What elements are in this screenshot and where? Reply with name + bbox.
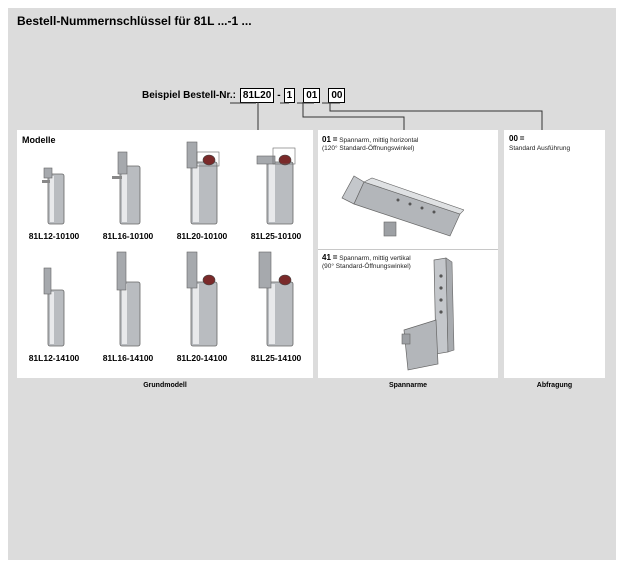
- code-box-model: 81L20: [239, 87, 275, 103]
- example-label: Beispiel Bestell-Nr.:: [142, 89, 236, 101]
- model-81l25-14100[interactable]: 81L25-14100: [239, 250, 313, 363]
- model-label: 81L25-14100: [250, 353, 302, 363]
- arm-eq: =: [332, 135, 338, 144]
- model-81l16-10100[interactable]: 81L16-10100: [91, 148, 165, 241]
- models-caption: Grundmodell: [143, 382, 187, 389]
- model-label: 81L12-14100: [28, 353, 80, 363]
- horizontal-arm-image: [341, 175, 464, 237]
- model-81l12-10100[interactable]: 81L12-10100: [17, 156, 91, 241]
- query-code: 00: [509, 134, 518, 143]
- query-panel: 00 = Standard Ausführung: [504, 130, 605, 378]
- query-eq: =: [519, 134, 525, 143]
- model-81l20-10100[interactable]: 81L20-10100: [165, 140, 239, 241]
- models-panel: Modelle 81L12-10100 81L16-10100 81L20-10…: [17, 130, 313, 378]
- models-heading: Modelle: [22, 135, 56, 145]
- code-box-arm: 01: [303, 87, 321, 103]
- clamp-image: [43, 267, 65, 347]
- code-box-query: 00: [328, 87, 346, 103]
- arms-caption: Spannarme: [388, 382, 428, 389]
- clamp-image: [186, 251, 218, 347]
- arm-code: 41: [322, 253, 331, 262]
- model-label: 81L20-10100: [176, 231, 228, 241]
- arms-divider: [318, 249, 498, 250]
- model-81l16-14100[interactable]: 81L16-14100: [91, 250, 165, 363]
- model-81l25-10100[interactable]: 81L25-10100: [239, 140, 313, 241]
- clamp-image: [116, 251, 141, 347]
- arms-panel: 01 = Spannarm, mittig horizontal (120° S…: [318, 130, 498, 378]
- page-title: Bestell-Nummernschlüssel für 81L ...-1 .…: [17, 14, 252, 28]
- model-label: 81L16-10100: [102, 231, 154, 241]
- clamp-image: [256, 147, 296, 225]
- model-label: 81L16-14100: [102, 353, 154, 363]
- query-desc: Standard Ausführung: [509, 145, 571, 152]
- model-81l20-14100[interactable]: 81L20-14100: [165, 250, 239, 363]
- vertical-arm-image: [401, 257, 455, 371]
- query-option-00[interactable]: 00 = Standard Ausführung: [509, 134, 570, 153]
- model-label: 81L20-14100: [176, 353, 228, 363]
- model-label: 81L25-10100: [250, 231, 302, 241]
- order-number-example: Beispiel Bestell-Nr.: 81L20 - 1 01 00: [142, 86, 346, 104]
- arm-eq: =: [332, 253, 338, 262]
- clamp-image: [258, 251, 294, 347]
- arm-desc: Spannarm, mittig horizontal: [339, 137, 419, 144]
- arm-option-01[interactable]: 01 = Spannarm, mittig horizontal (120° S…: [322, 136, 418, 153]
- code-dash: -: [277, 89, 281, 101]
- code-box-variant: 1: [283, 87, 296, 103]
- model-label: 81L12-10100: [28, 231, 80, 241]
- query-caption: Abfragung: [536, 382, 573, 389]
- arm-note: (120° Standard-Öffnungswinkel): [322, 145, 415, 152]
- clamp-image: [112, 151, 141, 225]
- clamp-image: [186, 141, 220, 225]
- arm-code: 01: [322, 135, 331, 144]
- model-81l12-14100[interactable]: 81L12-14100: [17, 264, 91, 363]
- clamp-image: [42, 167, 65, 225]
